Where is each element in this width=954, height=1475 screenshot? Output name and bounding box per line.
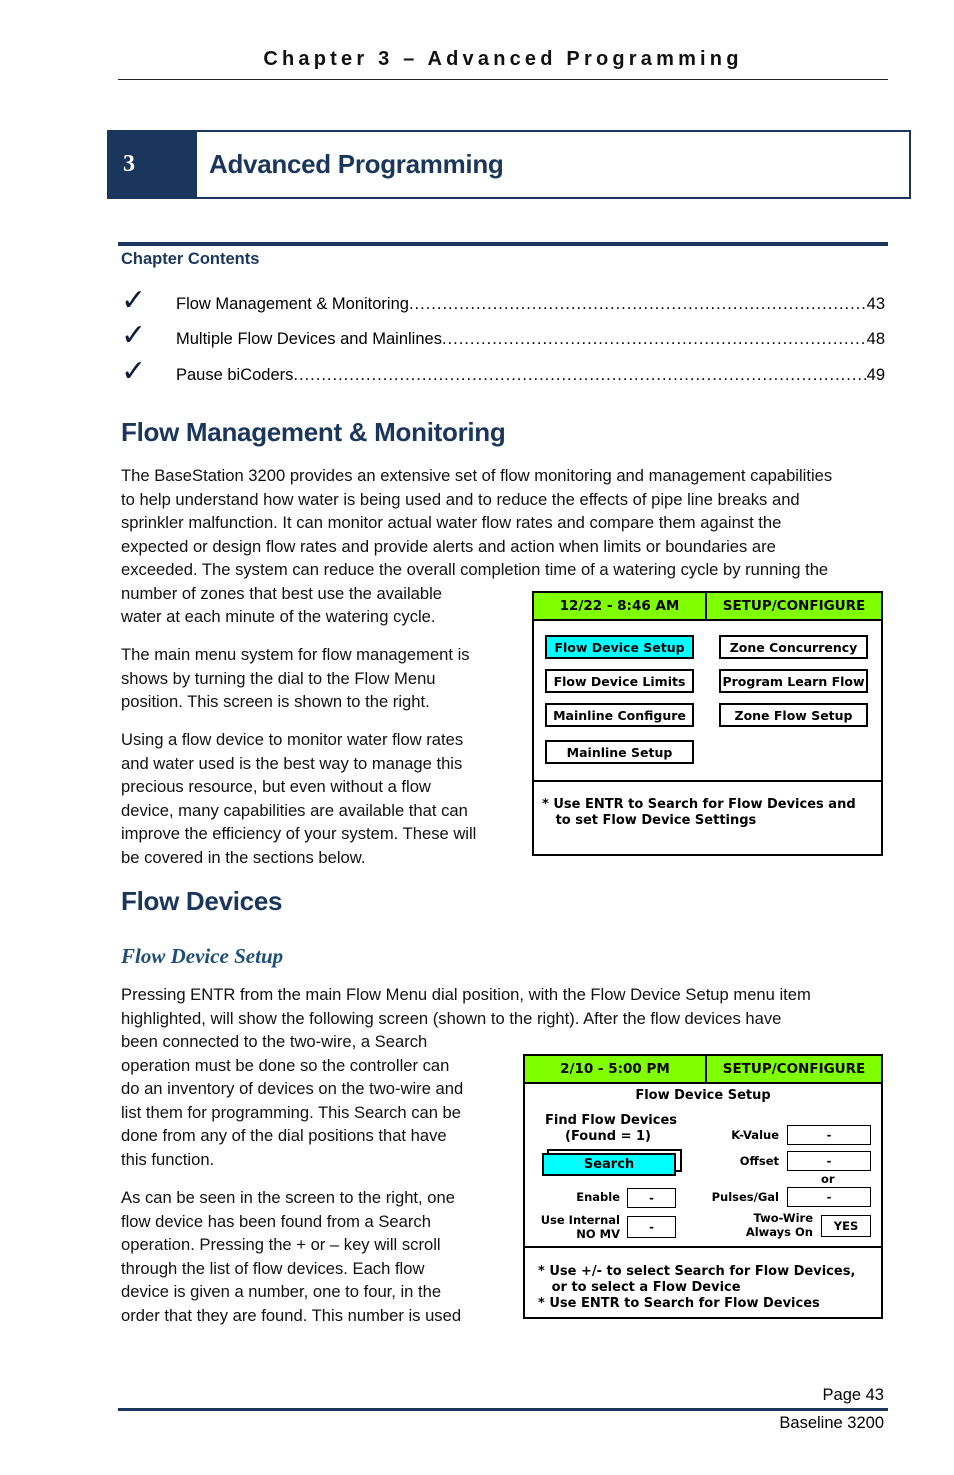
chapter-title: Advanced Programming <box>209 149 504 179</box>
flow-device-limits-button[interactable]: Flow Device Limits <box>545 669 694 693</box>
two-wire-label: Two-Wire <box>753 1211 813 1225</box>
screen-datetime: 2/10 - 5:00 PM <box>525 1056 707 1082</box>
toc-entry[interactable]: ✓ Multiple Flow Devices and Mainlines 48 <box>121 318 885 359</box>
text-line: Using a flow device to monitor water flo… <box>121 730 464 749</box>
section-heading: Flow Management & Monitoring <box>121 417 506 447</box>
contents-rule <box>118 242 888 246</box>
text-line: and water used is the best way to manage… <box>121 753 463 773</box>
toc-entry[interactable]: ✓ Pause biCoders 49 <box>121 354 885 395</box>
enable-label: Enable <box>576 1190 620 1204</box>
subsection-heading: Flow Device Setup <box>121 944 284 968</box>
find-devices-label: Find Flow Devices <box>545 1113 678 1128</box>
enable-field[interactable]: - <box>627 1188 676 1208</box>
text-line: position. This screen is shown to the ri… <box>121 692 430 711</box>
screen-divider <box>525 1246 881 1248</box>
checkmark-icon: ✓ <box>121 318 147 353</box>
screen-header: 12/22 - 8:46 AM SETUP/CONFIGURE <box>534 593 881 621</box>
checkmark-icon: ✓ <box>121 283 147 318</box>
text-line: been connected to the two-wire, a Search <box>121 1032 428 1051</box>
page-number: Page 43 <box>822 1386 884 1404</box>
text-line: device is given a number, one to four, i… <box>121 1282 442 1301</box>
offset-label: Offset <box>739 1154 779 1168</box>
screen-header: 2/10 - 5:00 PM SETUP/CONFIGURE <box>525 1056 881 1084</box>
flow-device-setup-screen: 2/10 - 5:00 PM SETUP/CONFIGURE Flow Devi… <box>523 1054 883 1319</box>
document-name: Baseline 3200 <box>779 1414 884 1432</box>
text-line: done from any of the dial positions that… <box>121 1126 447 1145</box>
pulses-per-gal-field[interactable]: - <box>787 1187 871 1207</box>
pulses-per-gal-label: Pulses/Gal <box>711 1190 779 1204</box>
k-value-field[interactable]: - <box>787 1125 871 1145</box>
toc-label: Flow Management & Monitoring <box>176 295 409 313</box>
text-line: As can be seen in the screen to the righ… <box>121 1188 455 1207</box>
text-line: shows by turning the dial to the Flow Me… <box>121 668 436 688</box>
toc-label: Pause biCoders <box>176 366 294 384</box>
chapter-number: 3 <box>109 132 197 197</box>
found-count-label: (Found = 1) <box>565 1129 651 1144</box>
text-line: number of zones that best use the availa… <box>121 583 443 603</box>
screen-help-note: * Use ENTR to Search for Flow Devices an… <box>542 797 856 828</box>
text-line: this function. <box>121 1149 215 1169</box>
use-internal-field[interactable]: - <box>627 1216 676 1238</box>
screen-mode: SETUP/CONFIGURE <box>722 598 866 614</box>
running-header: Chapter 3 – Advanced Programming <box>263 48 743 70</box>
section-heading: Flow Devices <box>121 886 283 916</box>
zone-concurrency-button[interactable]: Zone Concurrency <box>719 635 868 659</box>
screen-mode: SETUP/CONFIGURE <box>722 1061 866 1077</box>
text-line: order that they are found. This number i… <box>121 1305 462 1325</box>
text-line: operation must be done so the controller… <box>121 1055 450 1075</box>
text-line: to help understand how water is being us… <box>121 489 800 509</box>
zone-flow-setup-button[interactable]: Zone Flow Setup <box>719 703 868 727</box>
text-line: flow device has been found from a Search <box>121 1211 431 1231</box>
text-line: list them for programming. This Search c… <box>121 1102 462 1122</box>
k-value-label: K-Value <box>731 1128 779 1142</box>
screen-title: Flow Device Setup <box>635 1088 771 1103</box>
toc-entry[interactable]: ✓ Flow Management & Monitoring 43 <box>121 283 885 324</box>
two-wire-always-on-field[interactable]: YES <box>821 1215 871 1237</box>
mainline-setup-button[interactable]: Mainline Setup <box>545 740 694 764</box>
header-rule <box>118 79 888 80</box>
checkmark-icon: ✓ <box>121 354 147 389</box>
footer-rule <box>118 1408 888 1411</box>
use-internal-label: Use Internal <box>540 1213 620 1227</box>
text-line: Pressing ENTR from the main Flow Menu di… <box>121 985 811 1004</box>
search-button[interactable]: Search <box>542 1153 676 1176</box>
flow-device-setup-button[interactable]: Flow Device Setup <box>545 635 694 659</box>
text-line: improve the efficiency of your system. T… <box>121 824 477 843</box>
flow-menu-screen: 12/22 - 8:46 AM SETUP/CONFIGURE Flow Dev… <box>532 591 883 856</box>
text-line: The BaseStation 3200 provides an extensi… <box>121 466 833 485</box>
mainline-configure-button[interactable]: Mainline Configure <box>545 703 694 727</box>
text-line: precious resource, but even without a fl… <box>121 777 431 796</box>
or-label: or <box>821 1172 835 1186</box>
text-line: expected or design flow rates and provid… <box>121 536 776 556</box>
screen-datetime: 12/22 - 8:46 AM <box>534 593 707 619</box>
toc-label: Multiple Flow Devices and Mainlines <box>176 330 442 348</box>
toc-leader <box>442 330 867 349</box>
no-mv-label: NO MV <box>576 1227 620 1241</box>
screen-divider <box>534 780 881 782</box>
text-line: device, many capabilities are available … <box>121 800 468 820</box>
text-line: highlighted, will show the following scr… <box>121 1008 782 1028</box>
offset-field[interactable]: - <box>787 1151 871 1171</box>
toc-page: 49 <box>866 366 885 384</box>
screen-help-note: * Use +/- to select Search for Flow Devi… <box>538 1264 856 1311</box>
contents-title: Chapter Contents <box>121 250 260 268</box>
chapter-banner: 3 Advanced Programming <box>107 130 911 199</box>
toc-page: 43 <box>866 295 885 313</box>
text-line: sprinkler malfunction. It can monitor ac… <box>121 513 782 532</box>
text-line: through the list of flow devices. Each f… <box>121 1258 425 1278</box>
text-line: exceeded. The system can reduce the over… <box>121 560 829 579</box>
program-learn-flow-button[interactable]: Program Learn Flow <box>719 669 868 693</box>
toc-leader <box>293 366 866 385</box>
text-line: be covered in the sections below. <box>121 847 366 867</box>
text-line: operation. Pressing the + or – key will … <box>121 1235 441 1254</box>
text-line: do an inventory of devices on the two-wi… <box>121 1079 464 1098</box>
toc-page: 48 <box>866 330 885 348</box>
text-line: water at each minute of the watering cyc… <box>121 607 436 626</box>
text-line: The main menu system for flow management… <box>121 645 470 664</box>
toc-leader <box>409 295 867 314</box>
always-on-label: Always On <box>745 1225 813 1239</box>
